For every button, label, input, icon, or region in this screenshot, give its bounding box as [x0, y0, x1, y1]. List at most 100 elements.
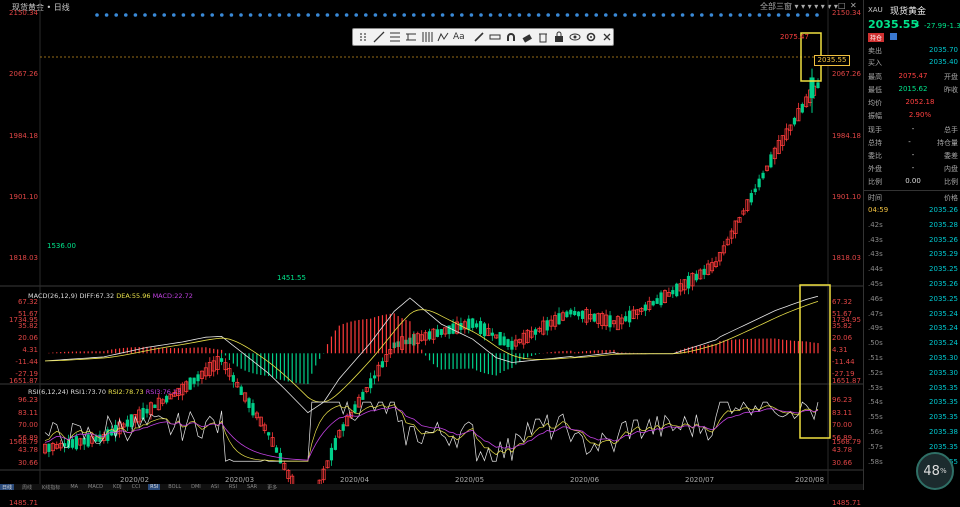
indicator-tab[interactable]: MACD [86, 484, 105, 490]
grip-icon[interactable] [357, 30, 369, 44]
gann-icon[interactable] [421, 30, 433, 44]
indicator-tab[interactable]: SAR [245, 484, 259, 490]
tick-row: .56s 2035.38 [868, 428, 958, 442]
text-tool-button[interactable]: Aa [453, 30, 465, 44]
candle-body [565, 311, 569, 318]
tick-row: .44s 2035.25 [868, 265, 958, 279]
tick-price: 2035.35 [929, 413, 958, 422]
rsi-header: RSI(6,12,24) RSI1:73.70 RSI2:78.73 RSI3:… [28, 388, 181, 396]
event-dot [191, 13, 195, 17]
indicator-tab[interactable]: DMI [189, 484, 203, 490]
macd-axis-label: 51.67 [832, 310, 853, 318]
tick-price: 2035.25 [929, 265, 958, 274]
candle-body [659, 292, 663, 306]
tick-time: .42s [868, 220, 883, 229]
trendline-icon[interactable] [373, 30, 385, 44]
candle-body [251, 403, 255, 416]
rsi-panel [44, 400, 819, 462]
trash-icon[interactable] [537, 30, 549, 44]
event-dot [728, 13, 733, 17]
gear-icon[interactable] [585, 30, 597, 44]
date-axis-label: 2020/07 [685, 476, 715, 484]
current-price-tag: 2035.55 [814, 55, 850, 66]
candle-body [129, 414, 133, 428]
lock-icon[interactable] [553, 30, 565, 44]
eye-icon[interactable] [569, 30, 581, 44]
indicator-tab[interactable]: RSI [148, 484, 161, 490]
event-dot [104, 13, 109, 17]
tick-row: .43s 2035.26 [868, 236, 958, 250]
indicator-tab[interactable]: MA [68, 484, 80, 490]
indicator-tab[interactable]: 周线 [20, 484, 34, 491]
magnet-icon[interactable] [505, 30, 517, 44]
indicator-tab[interactable]: RSI [227, 484, 239, 490]
candle-body [196, 374, 200, 382]
tick-row: .43s 2035.29 [868, 250, 958, 264]
position-chip[interactable]: 持仓 [868, 33, 885, 42]
date-axis-label: 2020/08 [795, 476, 825, 484]
candle-body [769, 154, 773, 168]
tick-price: 2035.35 [929, 398, 958, 407]
fib-icon[interactable] [389, 30, 401, 44]
candle-body [329, 447, 334, 461]
close-toolbar-icon[interactable] [601, 30, 613, 44]
progress-badge[interactable]: 48% [916, 452, 954, 490]
bell-icon[interactable] [890, 33, 897, 40]
price-axis-right-label: 2150.34 [832, 9, 861, 17]
candle-body [510, 340, 514, 350]
outer-label: 外盘 [868, 165, 882, 173]
event-dot [536, 13, 541, 17]
tick-time: .43s [868, 235, 883, 244]
tick-time: .50s [868, 339, 883, 348]
price-axis-left-label: 1901.10 [9, 192, 38, 201]
sell-label: 卖出 [868, 47, 882, 55]
pencil-icon[interactable] [473, 30, 485, 44]
candle-body [341, 424, 345, 431]
candle-body [580, 310, 585, 319]
indicator-tab[interactable]: 日线 [0, 484, 15, 491]
event-dot [114, 13, 118, 17]
event-dot [546, 13, 550, 17]
channel-icon[interactable] [405, 30, 417, 44]
candle-body [545, 320, 549, 331]
event-dot [248, 13, 253, 17]
price-axis-left-label: 1818.03 [9, 254, 38, 263]
tick-time: .44s [868, 265, 883, 274]
indicator-tab[interactable]: BOLL [166, 484, 183, 490]
high-annotation: 2075.47 [780, 33, 809, 41]
pattern-icon[interactable] [437, 30, 449, 44]
open-label: 开盘 [943, 73, 958, 81]
start-annotation: 1536.00 [47, 242, 76, 250]
eraser-icon[interactable] [521, 30, 533, 44]
candle-body [192, 377, 196, 384]
candle-body [753, 188, 757, 193]
candle-body [749, 193, 753, 203]
price-axis-left-label: 1984.18 [9, 131, 38, 140]
event-dot [527, 13, 531, 17]
price-change: -27.99 [924, 22, 947, 30]
macd-value: MACD:22.72 [152, 292, 193, 300]
event-dot [172, 13, 176, 17]
event-dot [450, 13, 455, 17]
tick-time: .43s [868, 250, 883, 259]
candle-body [498, 332, 502, 346]
indicator-tab[interactable]: K线指标 [40, 484, 62, 491]
indicator-tab[interactable]: KDJ [111, 484, 124, 490]
indicator-tab[interactable]: ASI [209, 484, 221, 490]
event-dot [776, 13, 781, 17]
candle-body [427, 331, 432, 340]
candle-body [439, 329, 443, 335]
position-label: 持仓量 [937, 139, 958, 147]
event-dot [671, 13, 675, 17]
indicator-tab[interactable]: CCI [130, 484, 142, 490]
rsi-axis-label: 30.66 [17, 458, 38, 467]
candle-body [47, 443, 51, 452]
candle-body [274, 447, 279, 453]
ruler-icon[interactable] [489, 30, 501, 44]
indicator-tab[interactable]: 更多 [265, 484, 279, 491]
date-axis-label: 2020/05 [455, 476, 485, 484]
tick-price: 2035.30 [929, 368, 958, 377]
candle-body [482, 323, 487, 337]
tick-row: .55s 2035.35 [868, 413, 958, 427]
chart-canvas[interactable] [0, 0, 863, 484]
